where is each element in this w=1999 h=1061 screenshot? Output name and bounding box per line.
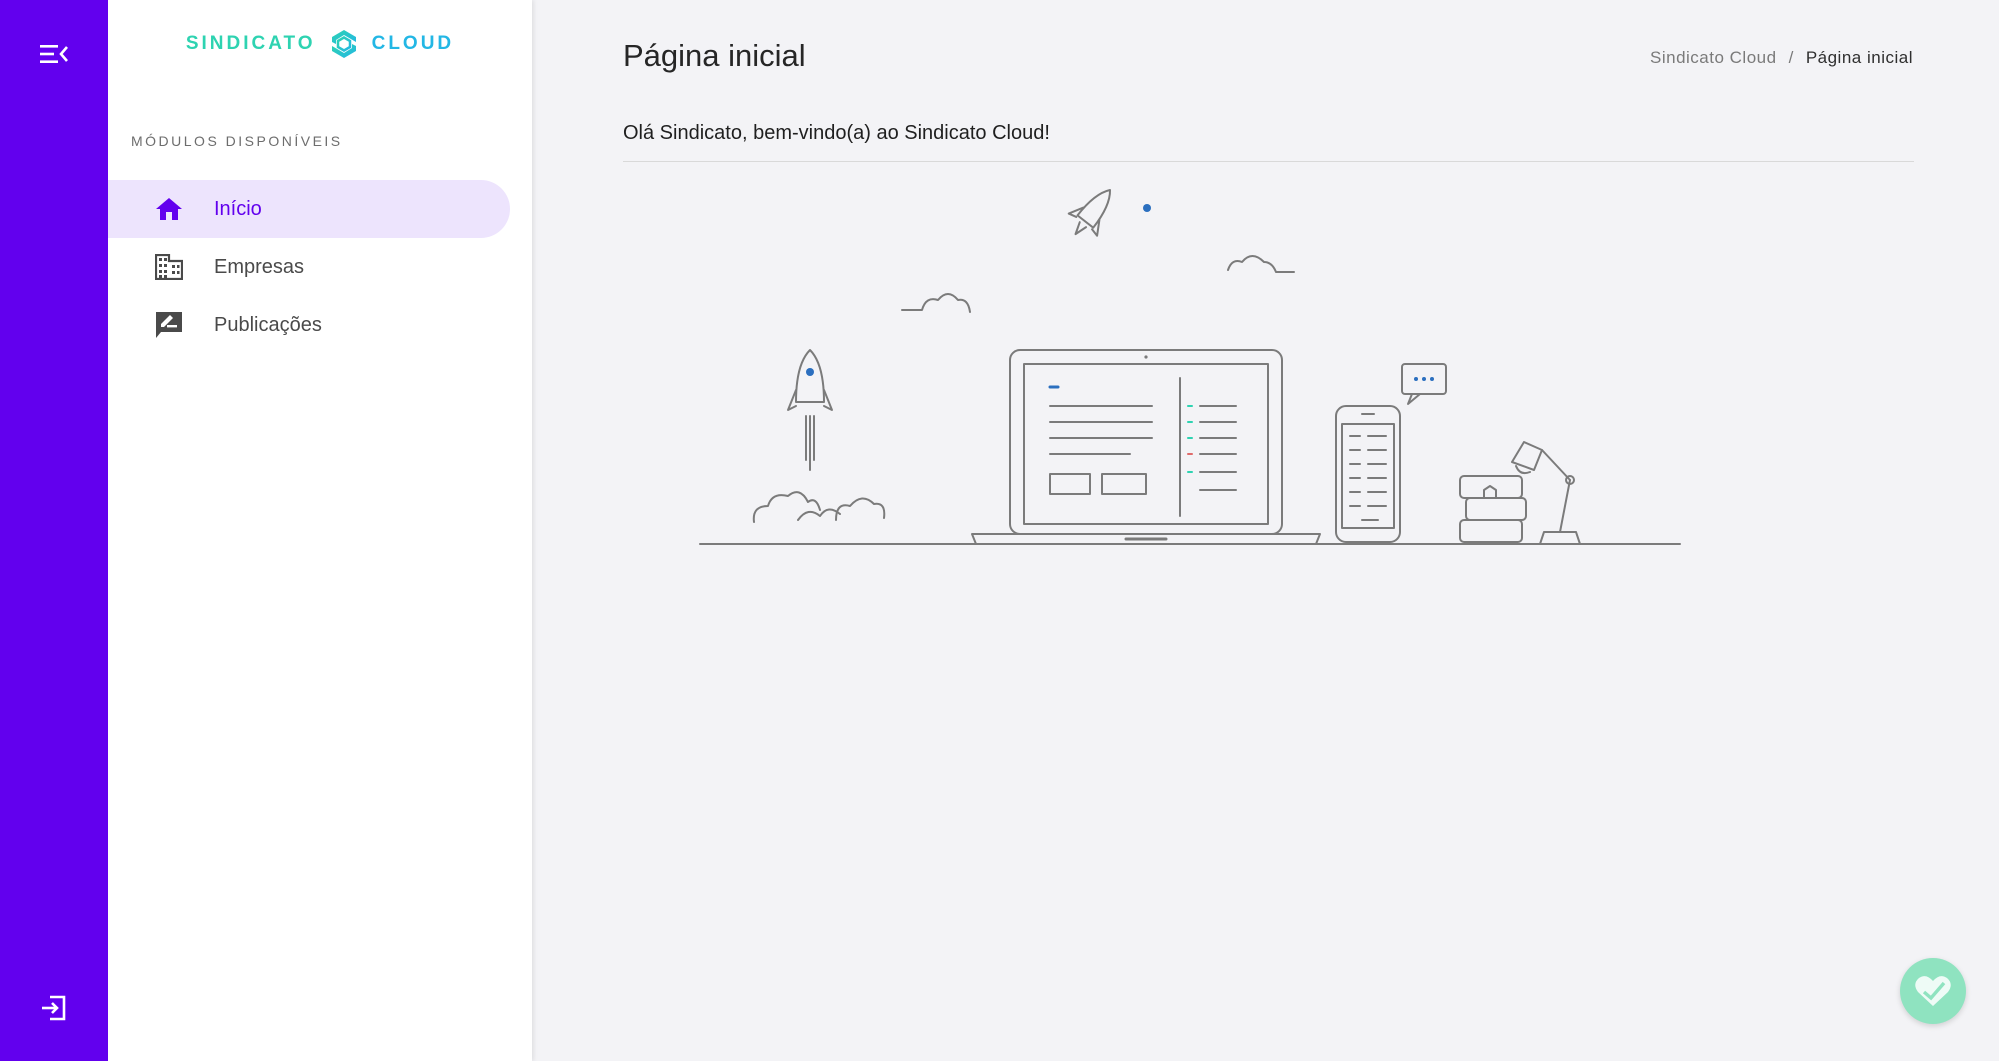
sidebar-nav: Início Empresas Publicações — [108, 180, 532, 354]
brand-logo[interactable]: SINDICATO CLOUD — [108, 28, 532, 60]
page-title: Página inicial — [623, 38, 806, 73]
breadcrumb-item-current: Página inicial — [1805, 48, 1913, 67]
home-icon — [154, 194, 184, 224]
welcome-message: Olá Sindicato, bem-vindo(a) ao Sindicato… — [623, 122, 1050, 144]
menu-collapse-icon — [40, 45, 68, 63]
divider — [623, 161, 1914, 162]
breadcrumb-item-home[interactable]: Sindicato Cloud — [1650, 48, 1777, 68]
workspace-illustration — [699, 189, 1681, 545]
sidebar-item-empresas[interactable]: Empresas — [108, 238, 532, 296]
healthy-check-icon — [1915, 976, 1951, 1006]
app-rail — [0, 0, 108, 1061]
sidebar-item-label: Publicações — [214, 313, 322, 336]
building-icon — [154, 252, 184, 282]
modules-section-title: MÓDULOS DISPONÍVEIS — [131, 133, 343, 149]
main-content: Página inicial Sindicato Cloud / Página … — [532, 0, 1999, 1061]
sidebar: SINDICATO CLOUD MÓDULOS DISPONÍVEIS Iníc… — [108, 0, 532, 1061]
sidebar-item-label: Início — [214, 197, 262, 220]
breadcrumb: Sindicato Cloud / Página inicial — [1650, 48, 1913, 68]
sidebar-item-inicio[interactable]: Início — [108, 180, 510, 238]
sidebar-item-publicacoes[interactable]: Publicações — [108, 296, 532, 354]
brand-mark-icon — [331, 30, 356, 58]
breadcrumb-separator: / — [1788, 48, 1794, 67]
brand-text-right: CLOUD — [371, 33, 455, 54]
logout-button[interactable] — [34, 988, 74, 1028]
publication-icon — [154, 310, 184, 340]
brand-text-left: SINDICATO — [185, 33, 316, 54]
sidebar-item-label: Empresas — [214, 255, 305, 278]
logout-icon — [42, 995, 66, 1021]
floating-action-button[interactable] — [1900, 958, 1966, 1024]
menu-toggle-button[interactable] — [34, 34, 74, 74]
